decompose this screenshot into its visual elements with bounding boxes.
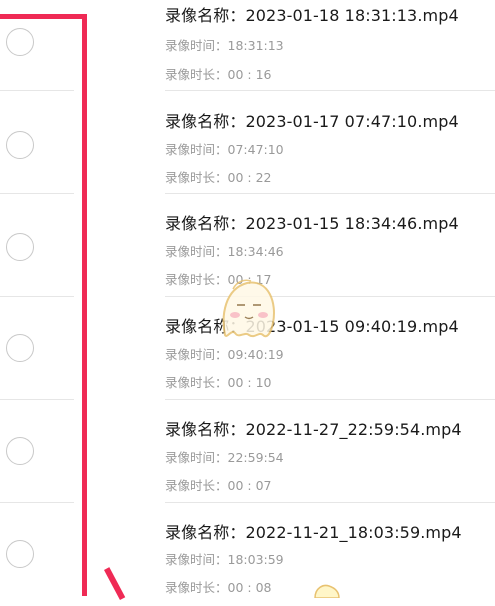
recording-name: 录像名称：2023-01-18 18:31:13.mp4 xyxy=(165,6,459,25)
recording-time: 录像时间：18:03:59 xyxy=(165,552,284,567)
select-cell xyxy=(0,297,82,400)
recording-duration: 录像时长：00 : 07 xyxy=(165,478,272,493)
recording-time: 录像时间：07:47:10 xyxy=(165,142,284,157)
recording-item[interactable]: 录像名称：2022-11-27_22:59:54.mp4 录像时间：22:59:… xyxy=(165,400,495,503)
recording-time: 录像时间：18:34:46 xyxy=(165,244,284,259)
recording-item[interactable]: 录像名称：2023-01-18 18:31:13.mp4 录像时间：18:31:… xyxy=(165,0,495,91)
recording-name: 录像名称：2022-11-27_22:59:54.mp4 xyxy=(165,420,462,439)
select-cell xyxy=(0,91,82,194)
recording-duration: 录像时长：00 : 22 xyxy=(165,170,272,185)
highlight-border-top xyxy=(0,14,87,19)
select-radio-6[interactable] xyxy=(6,540,34,568)
recording-item[interactable]: 录像名称：2022-11-21_18:03:59.mp4 录像时间：18:03:… xyxy=(165,503,495,606)
recording-name: 录像名称：2023-01-15 09:40:19.mp4 xyxy=(165,317,459,336)
recording-item[interactable]: 录像名称：2023-01-17 07:47:10.mp4 录像时间：07:47:… xyxy=(165,91,495,194)
recording-name: 录像名称：2023-01-15 18:34:46.mp4 xyxy=(165,214,459,233)
recording-name: 录像名称：2022-11-21_18:03:59.mp4 xyxy=(165,523,462,542)
recording-duration: 录像时长：00 : 16 xyxy=(165,67,272,82)
recording-item[interactable]: 录像名称：2023-01-15 18:34:46.mp4 录像时间：18:34:… xyxy=(165,194,495,297)
recording-duration: 录像时长：00 : 08 xyxy=(165,580,272,595)
recording-name: 录像名称：2023-01-17 07:47:10.mp4 xyxy=(165,112,459,131)
recording-time: 录像时间：09:40:19 xyxy=(165,347,284,362)
recording-duration: 录像时长：00 : 17 xyxy=(165,272,272,287)
recording-item[interactable]: 录像名称：2023-01-15 09:40:19.mp4 录像时间：09:40:… xyxy=(165,297,495,400)
select-radio-4[interactable] xyxy=(6,334,34,362)
select-radio-5[interactable] xyxy=(6,437,34,465)
select-radio-2[interactable] xyxy=(6,131,34,159)
recording-duration: 录像时长：00 : 10 xyxy=(165,375,272,390)
recording-time: 录像时间：18:31:13 xyxy=(165,38,284,53)
recording-time: 录像时间：22:59:54 xyxy=(165,450,284,465)
select-radio-1[interactable] xyxy=(6,28,34,56)
select-cell xyxy=(0,503,82,606)
highlight-border-right xyxy=(82,14,87,596)
select-radio-3[interactable] xyxy=(6,233,34,261)
select-cell xyxy=(0,194,82,297)
highlight-arrow-stroke xyxy=(104,567,126,601)
selection-column xyxy=(0,0,86,596)
select-cell xyxy=(0,400,82,503)
